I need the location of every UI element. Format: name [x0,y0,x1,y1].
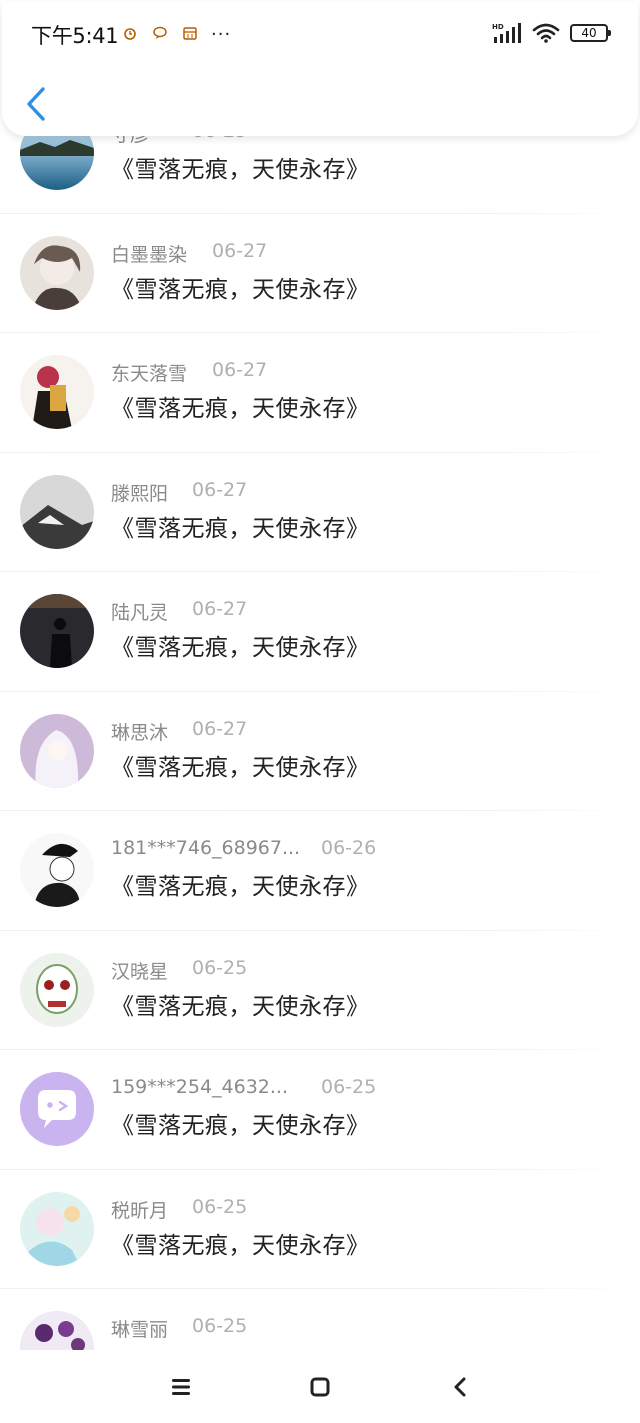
list-item[interactable]: 税昕月 06-25 《雪落无痕，天使永存》 [0,1170,640,1289]
list-item[interactable]: 159***254_4632... 06-25 《雪落无痕，天使永存》 [0,1050,640,1170]
post-date: 06-27 [192,478,248,501]
article-title[interactable]: 《雪落无痕，天使永存》 [111,389,370,423]
user-name[interactable]: 滕熙阳 [111,479,168,506]
avatar[interactable] [20,1191,94,1266]
list-item[interactable]: 滕熙阳 06-27 《雪落无痕，天使永存》 [0,453,640,572]
user-name[interactable]: 汉晓星 [111,957,168,984]
signal-icon: HD [492,23,521,43]
post-date: 06-25 [192,956,248,979]
comment-list[interactable]: 寸彦06-29《雪落无痕，天使永存》白墨墨染06-27《雪落无痕，天使永存》东天… [0,117,640,1350]
user-name[interactable]: 琳雪丽 [111,1315,168,1342]
header: 下午5:41 ··· HD 40 [2,2,638,136]
user-name[interactable]: 159***254_4632... [111,1076,288,1098]
list-item[interactable]: 181***746_68967... 06-26 《雪落无痕，天使永存》 [0,811,640,931]
article-title[interactable]: 《雪落无痕，天使永存》 [111,1106,370,1140]
avatar[interactable] [20,833,94,907]
avatar[interactable] [20,355,94,429]
post-date: 06-25 [192,1315,248,1337]
status-bar: 下午5:41 ··· HD 40 [2,2,638,62]
back-triangle-icon[interactable] [446,1372,476,1402]
battery-indicator: 40 [570,24,611,42]
status-right: HD 40 [492,22,611,44]
post-date: 06-25 [192,1195,248,1218]
calendar-icon [183,27,197,40]
list-item[interactable]: 琳思沐 06-27 《雪落无痕，天使永存》 [0,692,640,811]
screen: 寸彦06-29《雪落无痕，天使永存》白墨墨染06-27《雪落无痕，天使永存》东天… [0,0,640,1423]
list-item[interactable]: 陆凡灵 06-27 《雪落无痕，天使永存》 [0,572,640,692]
user-name[interactable]: 白墨墨染 [111,240,187,267]
post-date: 06-27 [212,239,268,262]
more-icon: ··· [211,24,232,45]
avatar[interactable] [20,1311,94,1350]
avatar[interactable] [20,474,94,549]
list-item[interactable]: 东天落雪 06-27 《雪落无痕，天使永存》 [0,333,640,453]
menu-icon[interactable] [166,1372,196,1402]
avatar[interactable] [20,235,94,310]
user-name[interactable]: 陆凡灵 [111,598,168,625]
post-date: 06-27 [212,359,268,381]
wifi-icon [532,23,560,43]
post-date: 06-27 [192,598,248,620]
status-time: 下午5:41 [31,24,119,48]
article-title[interactable]: 《雪落无痕，天使永存》 [111,748,370,782]
article-title[interactable]: 《雪落无痕，天使永存》 [111,867,370,901]
user-name[interactable]: 181***746_68967... [111,837,300,859]
post-date: 06-25 [321,1076,377,1098]
article-title[interactable]: 《雪落无痕，天使永存》 [111,628,370,662]
list-item[interactable]: 汉晓星 06-25 《雪落无痕，天使永存》 [0,931,640,1050]
alarm-icon [124,28,136,40]
list-item[interactable]: 琳雪丽 06-25 [0,1289,640,1350]
avatar[interactable] [20,1072,94,1146]
article-title[interactable]: 《雪落无痕，天使永存》 [111,150,370,184]
avatar[interactable] [20,713,94,788]
article-title[interactable]: 《雪落无痕，天使永存》 [111,1226,370,1260]
notification-icons [122,26,198,40]
user-name[interactable]: 琳思沐 [111,718,168,745]
user-name[interactable]: 东天落雪 [111,359,187,386]
square-home-icon[interactable] [305,1372,335,1402]
list-item[interactable]: 白墨墨染 06-27 《雪落无痕，天使永存》 [0,214,640,333]
network-label: HD [492,23,504,31]
article-title[interactable]: 《雪落无痕，天使永存》 [111,987,370,1021]
back-button[interactable] [24,86,50,122]
user-name[interactable]: 税昕月 [111,1196,168,1223]
article-title[interactable]: 《雪落无痕，天使永存》 [111,270,370,304]
avatar[interactable] [20,952,94,1027]
article-title[interactable]: 《雪落无痕，天使永存》 [111,509,370,543]
post-date: 06-27 [192,717,248,740]
system-nav-bar [0,1350,640,1423]
chat-bubble-icon [153,26,167,39]
post-date: 06-26 [321,837,377,859]
avatar[interactable] [20,594,94,668]
